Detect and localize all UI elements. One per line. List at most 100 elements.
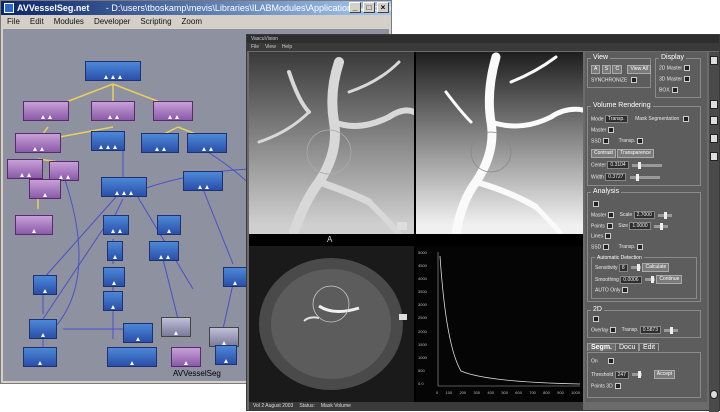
- module-node[interactable]: [223, 267, 247, 287]
- module-node[interactable]: [85, 61, 141, 81]
- menu-help[interactable]: Help: [282, 43, 292, 51]
- module-node[interactable]: [187, 133, 227, 153]
- window-icon[interactable]: [710, 116, 718, 125]
- network-window-titlebar[interactable]: AVVesselSeg.net - D:\users\tboskamp\mevi…: [1, 1, 391, 15]
- mode-select[interactable]: Transp.: [604, 115, 628, 123]
- viewport-curve-plot[interactable]: 0.0 500 1000 1500 2000 2500 3000 3500 40…: [416, 246, 583, 402]
- smoothing-slider[interactable]: [644, 276, 655, 283]
- continue-button[interactable]: Continue: [656, 275, 683, 284]
- size-field[interactable]: 1.0000: [629, 222, 651, 230]
- master-checkbox[interactable]: [608, 127, 615, 133]
- view-all-button[interactable]: View All: [627, 65, 651, 74]
- module-node[interactable]: [171, 347, 201, 367]
- module-node[interactable]: [23, 101, 69, 121]
- tab-transparence[interactable]: Transparence: [617, 149, 654, 158]
- center-slider[interactable]: [632, 161, 663, 169]
- tab-docu[interactable]: Docu: [615, 343, 640, 351]
- module-node[interactable]: [91, 131, 125, 151]
- scale-slider[interactable]: [658, 211, 673, 219]
- menu-file[interactable]: File: [251, 43, 259, 51]
- lines-checkbox[interactable]: [604, 233, 611, 239]
- module-node[interactable]: [103, 267, 125, 287]
- accept-button[interactable]: Accept: [653, 370, 676, 379]
- transp-checkbox[interactable]: [637, 138, 644, 144]
- module-node[interactable]: [141, 133, 179, 153]
- menu-modules[interactable]: Modules: [54, 15, 84, 28]
- menu-developer[interactable]: Developer: [94, 15, 130, 28]
- display-box-checkbox[interactable]: [671, 87, 678, 93]
- size-slider[interactable]: [654, 222, 669, 230]
- sensitivity-slider[interactable]: [631, 264, 642, 271]
- module-node[interactable]: [153, 101, 193, 121]
- minimize-icon[interactable]: _: [349, 2, 361, 13]
- tab-edit[interactable]: Edit: [639, 343, 660, 351]
- vascuvision-titlebar[interactable]: VascuVision: [247, 35, 719, 43]
- document-icon[interactable]: [710, 152, 718, 161]
- window-icon[interactable]: [710, 100, 718, 109]
- menu-scripting[interactable]: Scripting: [140, 15, 171, 28]
- points-checkbox[interactable]: [606, 223, 613, 229]
- view-coronal-button[interactable]: C: [612, 65, 623, 74]
- scale-field[interactable]: 2.7000: [633, 211, 655, 219]
- module-node[interactable]: [29, 179, 61, 199]
- module-node[interactable]: [91, 101, 135, 121]
- module-node[interactable]: [101, 177, 147, 197]
- calculate-button[interactable]: Calculate: [642, 263, 670, 272]
- module-node[interactable]: [161, 317, 191, 337]
- threshold-slider[interactable]: [632, 371, 643, 378]
- module-node[interactable]: [15, 133, 61, 153]
- overlay-checkbox[interactable]: [610, 327, 617, 333]
- twod-enable-checkbox[interactable]: [593, 316, 599, 322]
- menu-edit[interactable]: Edit: [30, 15, 44, 28]
- module-node[interactable]: [15, 215, 53, 235]
- display-3d-master-checkbox[interactable]: [684, 76, 691, 82]
- document-icon[interactable]: [710, 134, 718, 143]
- module-node[interactable]: [107, 347, 157, 367]
- analysis-enable-checkbox[interactable]: [593, 201, 599, 207]
- synchronize-checkbox[interactable]: [630, 77, 637, 83]
- menu-view[interactable]: View: [265, 43, 276, 51]
- module-node[interactable]: [103, 215, 129, 235]
- viewport-3d-right[interactable]: [416, 52, 583, 234]
- width-slider[interactable]: [629, 173, 660, 181]
- module-node[interactable]: [123, 323, 153, 343]
- segm-on-checkbox[interactable]: [607, 358, 614, 364]
- display-2d-master-checkbox[interactable]: [684, 65, 691, 71]
- analysis-transp-checkbox[interactable]: [637, 244, 644, 250]
- width-field[interactable]: 0.3727: [605, 173, 627, 181]
- view-axial-button[interactable]: A: [591, 65, 601, 74]
- module-node[interactable]: [23, 347, 57, 367]
- view-sagittal-button[interactable]: S: [601, 65, 612, 74]
- module-node[interactable]: [7, 159, 43, 179]
- analysis-ssd-checkbox[interactable]: [603, 244, 610, 250]
- menu-file[interactable]: File: [7, 15, 20, 28]
- menu-zoom[interactable]: Zoom: [182, 15, 202, 28]
- module-node[interactable]: [209, 327, 239, 347]
- smoothing-field[interactable]: 0.0006: [620, 275, 642, 284]
- module-node[interactable]: [107, 241, 123, 261]
- module-node[interactable]: [103, 291, 123, 311]
- maximize-icon[interactable]: □: [363, 2, 375, 13]
- close-icon[interactable]: ×: [377, 2, 389, 13]
- module-node[interactable]: [149, 241, 179, 261]
- module-node[interactable]: [215, 345, 237, 365]
- auto-only-checkbox[interactable]: [622, 287, 629, 293]
- mask-segmentation-checkbox[interactable]: [682, 116, 689, 122]
- module-node[interactable]: [49, 161, 79, 181]
- viewport-2d-slice[interactable]: [249, 246, 414, 402]
- layout-icon[interactable]: [710, 56, 718, 65]
- tab-segm[interactable]: Segm.: [587, 343, 617, 351]
- sensitivity-field[interactable]: 8: [618, 263, 628, 272]
- ssd-checkbox[interactable]: [603, 138, 610, 144]
- points-3d-checkbox[interactable]: [614, 383, 621, 389]
- module-node[interactable]: [157, 215, 181, 235]
- power-icon[interactable]: [710, 390, 718, 399]
- twod-transp-slider[interactable]: [664, 326, 679, 334]
- tab-contrast[interactable]: Contrast: [591, 149, 616, 158]
- threshold-field[interactable]: 247: [614, 370, 629, 379]
- module-node[interactable]: [33, 275, 57, 295]
- analysis-master-checkbox[interactable]: [608, 212, 615, 218]
- viewport-3d-left[interactable]: [249, 52, 414, 234]
- module-node[interactable]: [29, 319, 57, 339]
- twod-transp-field[interactable]: 0.5873: [639, 326, 662, 334]
